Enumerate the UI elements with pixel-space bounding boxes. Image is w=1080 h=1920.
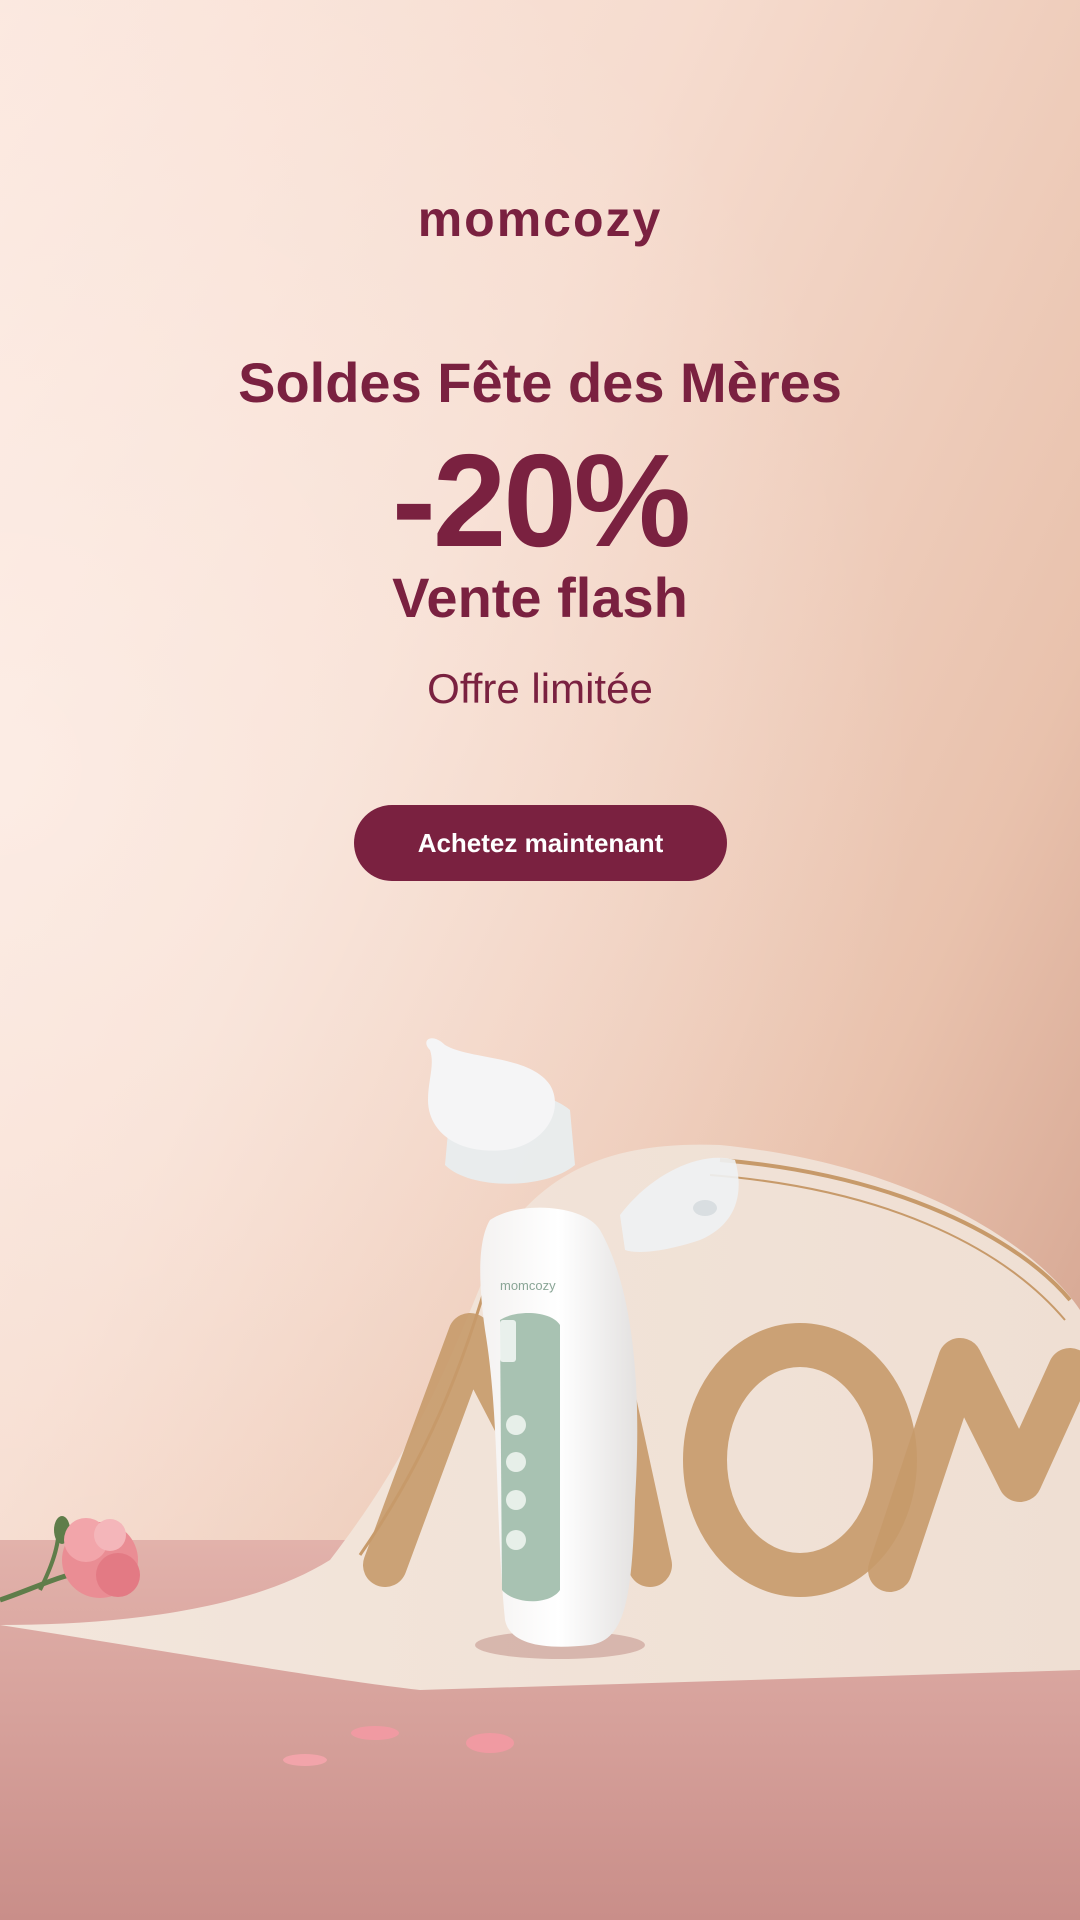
promo-note: Offre limitée xyxy=(427,665,653,712)
promo-subheadline: Vente flash xyxy=(392,566,688,629)
product-scene: momcozy xyxy=(0,1038,1080,1920)
product-brand-label: momcozy xyxy=(500,1278,556,1293)
brand-logo: momcozy xyxy=(417,191,663,247)
promo-headline: Soldes Fête des Mères xyxy=(238,351,842,414)
discount-value: -20% xyxy=(391,427,691,574)
shop-now-button[interactable]: Achetez maintenant xyxy=(354,805,727,881)
